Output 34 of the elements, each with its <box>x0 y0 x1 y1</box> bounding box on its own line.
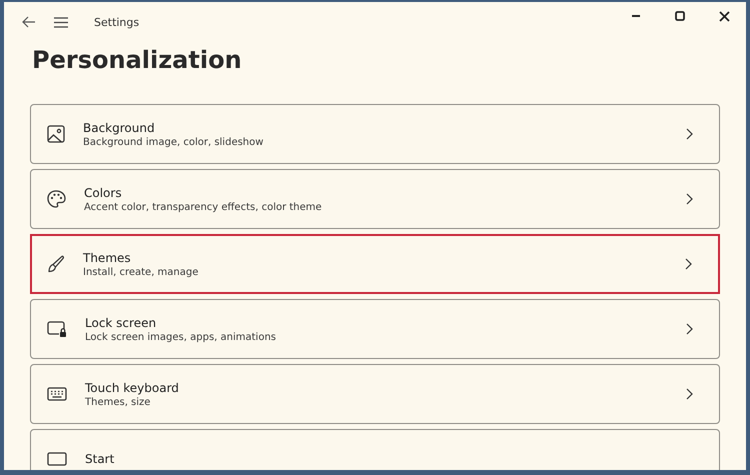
card-description: Background image, color, slideshow <box>83 136 264 148</box>
card-title: Background <box>83 120 156 134</box>
card-description: Themes, size <box>85 396 152 408</box>
maximize-icon <box>675 11 685 21</box>
card-description: Install, create, manage <box>83 266 200 278</box>
chevron-right-icon <box>686 323 693 335</box>
brush-icon <box>47 255 65 273</box>
card-title: Touch keyboard <box>85 380 180 394</box>
chevron-right-icon <box>686 193 693 205</box>
card-description: Lock screen images, apps, animations <box>85 332 277 342</box>
settings-card[interactable]: Start <box>30 429 720 470</box>
card-title: Colors <box>84 186 123 200</box>
palette-icon <box>47 190 66 208</box>
back-arrow-icon[interactable] <box>22 16 36 28</box>
settings-card[interactable]: Themes Install, create, manage <box>30 234 720 294</box>
monitor-lock-icon <box>47 320 67 338</box>
settings-card[interactable]: Background Background image, color, slideshow <box>30 104 720 164</box>
card-title: Themes <box>83 250 132 264</box>
window-title: Settings <box>94 16 140 28</box>
chevron-right-icon <box>686 128 693 140</box>
picture-icon <box>47 125 65 143</box>
chevron-right-icon <box>685 258 692 270</box>
settings-card[interactable]: Lock screen Lock screen images, apps, animations <box>30 299 720 359</box>
menu-icon[interactable] <box>54 16 68 28</box>
settings-card[interactable]: Colors Accent color, transparency effects, color theme <box>30 169 720 229</box>
page-heading: Personalization <box>32 45 243 76</box>
close-icon <box>718 10 730 22</box>
settings-card[interactable]: Touch keyboard Themes, size <box>30 364 720 424</box>
chevron-right-icon <box>686 388 693 400</box>
card-title: Start <box>85 452 116 466</box>
keyboard-icon <box>47 387 67 401</box>
card-title: Lock screen <box>85 316 158 330</box>
window-icon <box>47 452 67 466</box>
card-description: Accent color, transparency effects, color theme <box>84 202 323 212</box>
